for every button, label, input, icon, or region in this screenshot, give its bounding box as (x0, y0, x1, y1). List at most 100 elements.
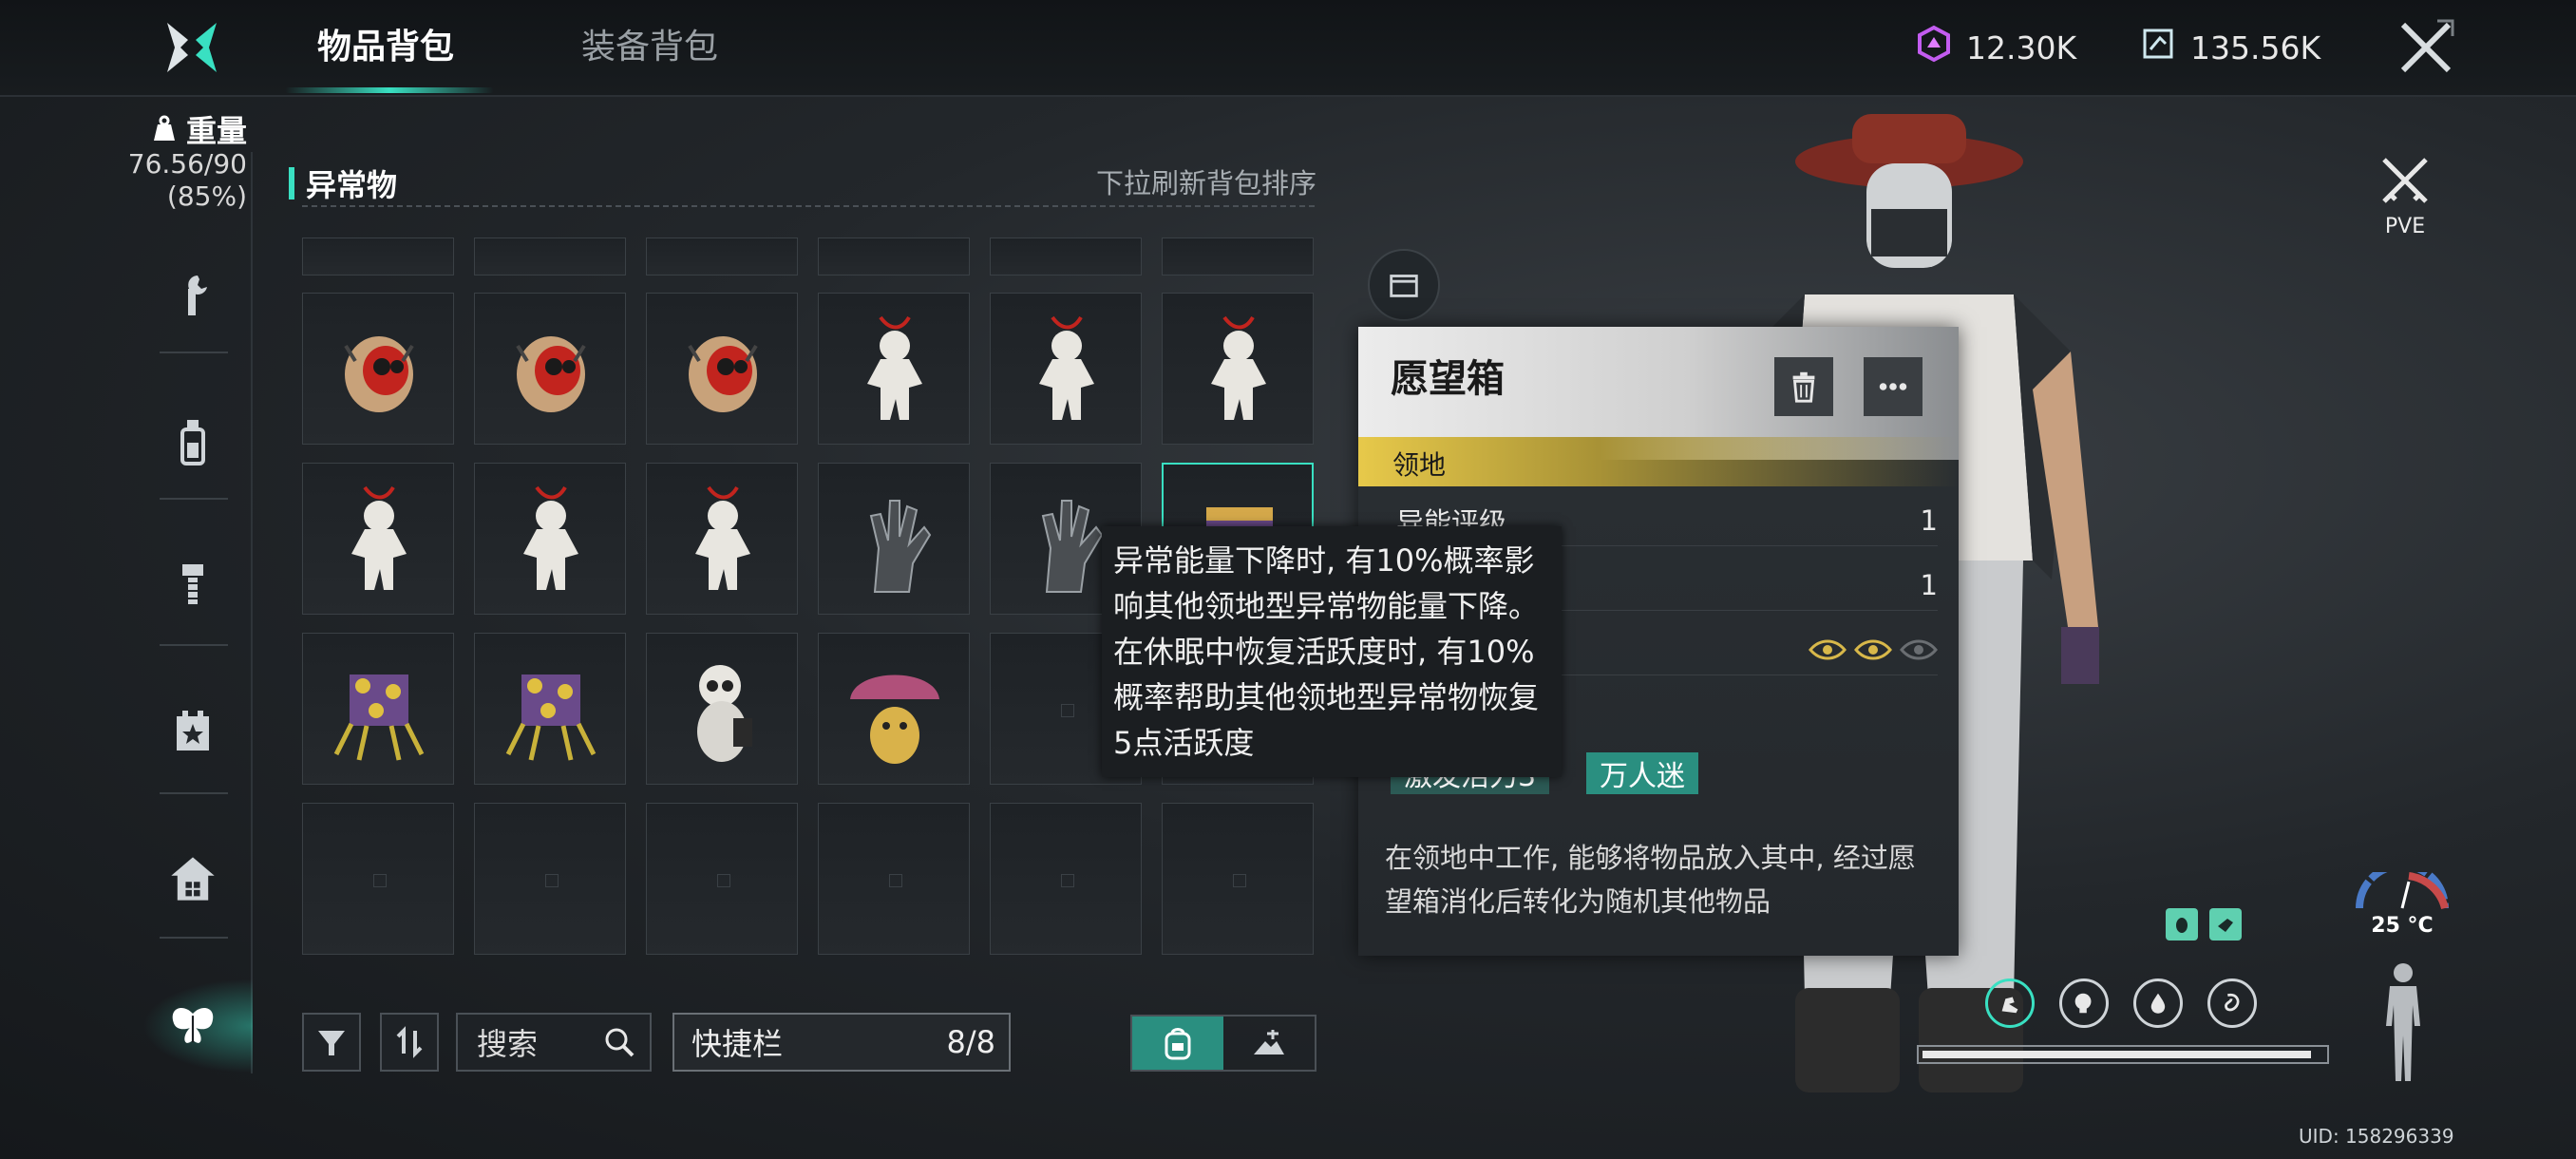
weight-display: 重量 76.56/90 (85%) (114, 114, 247, 213)
item-slot-paper-doll[interactable] (990, 293, 1142, 445)
water-drop-icon[interactable] (2133, 978, 2183, 1028)
backpack-view-toggle[interactable] (1132, 1016, 1223, 1070)
hunger-stomach-icon[interactable] (2207, 978, 2257, 1028)
item-slot-metal-hand[interactable] (818, 463, 970, 615)
buff-bug-icon[interactable] (2166, 908, 2198, 940)
item-slot-paper-doll[interactable] (1162, 293, 1314, 445)
calendar-star-icon[interactable] (161, 699, 224, 762)
house-icon[interactable] (161, 847, 224, 910)
pve-label: PVE (2384, 215, 2426, 238)
item-slot[interactable] (990, 238, 1142, 276)
item-slot-flower-box-spider[interactable] (302, 633, 454, 785)
stamina-arm-icon[interactable] (1985, 978, 2035, 1028)
quickbar-label: 快捷栏 (691, 1026, 784, 1062)
section-accent-bar (289, 167, 294, 200)
trait-tag-charm[interactable]: 万人迷 (1586, 752, 1698, 794)
eye-filled-icon (1854, 639, 1892, 660)
partial-item-row (302, 238, 1316, 276)
storage-box-icon (1390, 275, 1418, 297)
close-icon[interactable] (2396, 17, 2456, 78)
refresh-sort-hint: 下拉刷新背包排序 (1095, 167, 1316, 200)
health-bar (1917, 1045, 2329, 1064)
stat-value: 1 (1920, 504, 1938, 537)
item-slot-empty[interactable] (818, 803, 970, 955)
paper-doll-icon (867, 315, 922, 420)
flower-box-spider-icon (505, 674, 597, 761)
item-title: 愿望箱 (1391, 357, 1505, 401)
territory-tag-label: 领地 (1392, 449, 1447, 481)
view-toggle[interactable] (1130, 1015, 1316, 1072)
wrench-icon[interactable] (161, 262, 224, 325)
more-options-button[interactable] (1864, 357, 1923, 416)
sort-button[interactable] (380, 1013, 439, 1072)
body-status-figure[interactable] (2375, 960, 2432, 1083)
section-header: 异常物 (289, 160, 397, 207)
stat-value: 1 (1920, 569, 1938, 601)
item-slot-empty[interactable] (646, 803, 798, 955)
active-tab-indicator (285, 87, 494, 93)
flower-box-spider-icon (333, 674, 425, 761)
body-figure-icon (2386, 963, 2420, 1081)
item-slot-empty[interactable] (1162, 803, 1314, 955)
item-slot[interactable] (474, 238, 626, 276)
tab-items[interactable]: 物品背包 (317, 19, 454, 76)
backpack-icon (1165, 1028, 1191, 1060)
search-input[interactable]: 搜索 (456, 1013, 652, 1072)
item-slot-red-creature[interactable] (302, 293, 454, 445)
item-slot[interactable] (1162, 238, 1314, 276)
item-slot[interactable] (818, 238, 970, 276)
island-view-toggle[interactable] (1223, 1016, 1315, 1070)
item-slot-empty[interactable] (302, 803, 454, 955)
delete-button[interactable] (1774, 357, 1833, 416)
section-title: 异常物 (306, 167, 398, 203)
filter-button[interactable] (302, 1013, 361, 1072)
currency-gem[interactable]: 12.30K (1915, 23, 2076, 72)
paper-doll-icon (1039, 315, 1094, 420)
currency-chip-value: 135.56K (2190, 28, 2321, 66)
chip-icon (2139, 25, 2177, 70)
filter-icon (318, 1031, 345, 1055)
bottle-icon[interactable] (161, 410, 224, 473)
item-slot[interactable] (646, 238, 798, 276)
item-slot-paper-doll[interactable] (646, 463, 798, 615)
butterfly-icon[interactable] (161, 996, 224, 1058)
currency-chip[interactable]: 135.56K (2139, 23, 2320, 72)
buff-hand-icon[interactable] (2209, 908, 2242, 940)
awareness-eyes (1809, 638, 1938, 661)
weight-percent: (85%) (166, 180, 247, 212)
weight-icon (150, 114, 179, 148)
item-slot-panda-doll[interactable] (646, 633, 798, 785)
app-logo-icon[interactable] (161, 17, 222, 78)
item-slot-red-creature[interactable] (474, 293, 626, 445)
mind-head-icon[interactable] (2059, 978, 2109, 1028)
item-slot-empty[interactable] (474, 803, 626, 955)
uid-label: UID: 158296339 (2299, 1125, 2454, 1148)
red-creature-icon (688, 336, 758, 412)
item-description: 在领地中工作, 能够将物品放入其中, 经过愿望箱消化后转化为随机其他物品 (1385, 842, 1916, 918)
storage-box-button[interactable] (1368, 249, 1440, 321)
temperature-value: 25 °C (2371, 914, 2434, 938)
weight-title: 重量 (185, 113, 247, 149)
item-slot-mushroom[interactable] (818, 633, 970, 785)
pve-mode-button[interactable]: PVE (2375, 152, 2435, 238)
item-slot-paper-doll[interactable] (474, 463, 626, 615)
item-slot-empty[interactable] (990, 803, 1142, 955)
search-label: 搜索 (477, 1026, 539, 1062)
red-creature-icon (344, 336, 414, 412)
item-slot-flower-box-spider[interactable] (474, 633, 626, 785)
item-slot-paper-doll[interactable] (302, 463, 454, 615)
trash-icon (1792, 371, 1815, 403)
weight-value: 76.56/90 (127, 148, 247, 180)
item-slot[interactable] (302, 238, 454, 276)
eye-empty-icon (1900, 639, 1938, 660)
more-dots-icon (1879, 383, 1907, 390)
quickbar-button[interactable]: 快捷栏 8/8 (672, 1013, 1011, 1072)
item-slot-paper-doll[interactable] (818, 293, 970, 445)
nav-separator (160, 644, 228, 646)
paper-doll-icon (351, 485, 407, 590)
paper-doll-icon (1211, 315, 1266, 420)
tab-equipment[interactable]: 装备背包 (581, 19, 718, 76)
item-slot-red-creature[interactable] (646, 293, 798, 445)
bolt-icon[interactable] (161, 553, 224, 616)
crossed-swords-icon (2382, 158, 2428, 203)
